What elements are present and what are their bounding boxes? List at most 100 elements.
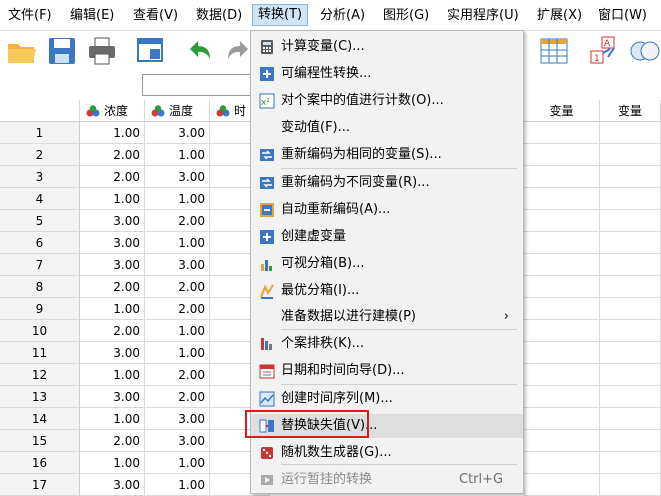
table-cell[interactable]: 1.00	[145, 320, 210, 342]
dialog-recall-icon[interactable]	[134, 35, 166, 67]
menu-window[interactable]: 窗口(W)	[596, 6, 649, 26]
empty-cell[interactable]	[600, 166, 661, 188]
undo-icon[interactable]	[184, 35, 216, 67]
table-cell[interactable]: 2.00	[145, 276, 210, 298]
row-number[interactable]: 2	[0, 144, 80, 166]
menu-graphs[interactable]: 图形(G)	[381, 6, 431, 26]
table-cell[interactable]: 3.00	[145, 430, 210, 452]
print-icon[interactable]	[86, 35, 118, 67]
empty-cell[interactable]	[524, 232, 600, 254]
table-cell[interactable]: 2.00	[80, 166, 145, 188]
empty-cell[interactable]	[524, 122, 600, 144]
menu-item[interactable]: 随机数生成器(G)...	[251, 441, 523, 465]
menu-item[interactable]: 变动值(F)...	[251, 116, 523, 140]
save-icon[interactable]	[46, 35, 78, 67]
menu-item[interactable]: 计算变量(C)...	[251, 35, 523, 59]
table-cell[interactable]: 3.00	[145, 254, 210, 276]
row-number[interactable]: 8	[0, 276, 80, 298]
row-number[interactable]: 10	[0, 320, 80, 342]
menu-view[interactable]: 查看(V)	[131, 6, 180, 26]
row-number[interactable]: 7	[0, 254, 80, 276]
row-number[interactable]: 13	[0, 386, 80, 408]
empty-cell[interactable]	[524, 474, 600, 496]
menu-edit[interactable]: 编辑(E)	[68, 6, 116, 26]
empty-cell[interactable]	[600, 452, 661, 474]
table-cell[interactable]: 3.00	[80, 386, 145, 408]
empty-cell[interactable]	[600, 364, 661, 386]
table-cell[interactable]: 2.00	[145, 364, 210, 386]
column-header[interactable]: 浓度	[80, 100, 145, 122]
table-cell[interactable]: 1.00	[145, 144, 210, 166]
table-cell[interactable]: 2.00	[145, 210, 210, 232]
menu-extensions[interactable]: 扩展(X)	[535, 6, 584, 26]
menu-utilities[interactable]: 实用程序(U)	[445, 6, 521, 26]
menu-item[interactable]: 创建时间序列(M)...	[251, 387, 523, 411]
row-number[interactable]: 4	[0, 188, 80, 210]
menu-file[interactable]: 文件(F)	[6, 6, 54, 26]
row-number[interactable]: 11	[0, 342, 80, 364]
column-header[interactable]: 温度	[145, 100, 210, 122]
sets-icon[interactable]	[628, 35, 660, 67]
table-cell[interactable]: 3.00	[80, 254, 145, 276]
menu-item[interactable]: x² 对个案中的值进行计数(O)...	[251, 89, 523, 113]
empty-cell[interactable]	[600, 320, 661, 342]
empty-cell[interactable]	[524, 188, 600, 210]
menu-item[interactable]: 可编程性转换...	[251, 62, 523, 86]
empty-cell[interactable]	[600, 144, 661, 166]
empty-cell[interactable]	[600, 430, 661, 452]
menu-item[interactable]: 自动重新编码(A)...	[251, 198, 523, 222]
value-labels-icon[interactable]: A 1	[588, 35, 620, 67]
table-cell[interactable]: 2.00	[145, 386, 210, 408]
menu-item[interactable]: 个案排秩(K)...	[251, 332, 523, 356]
menu-item[interactable]: 重新编码为不同变量(R)...	[251, 171, 523, 195]
empty-cell[interactable]	[600, 254, 661, 276]
table-cell[interactable]: 3.00	[80, 474, 145, 496]
empty-cell[interactable]	[524, 144, 600, 166]
table-cell[interactable]: 2.00	[145, 298, 210, 320]
row-number[interactable]: 6	[0, 232, 80, 254]
table-cell[interactable]: 1.00	[80, 122, 145, 144]
empty-cell[interactable]	[524, 364, 600, 386]
empty-cell[interactable]	[524, 276, 600, 298]
empty-cell[interactable]	[600, 210, 661, 232]
menu-item[interactable]: 可视分箱(B)...	[251, 252, 523, 276]
table-cell[interactable]: 1.00	[145, 452, 210, 474]
table-cell[interactable]: 1.00	[80, 452, 145, 474]
table-cell[interactable]: 1.00	[145, 232, 210, 254]
empty-cell[interactable]	[524, 320, 600, 342]
table-cell[interactable]: 3.00	[145, 122, 210, 144]
row-number[interactable]: 14	[0, 408, 80, 430]
column-header[interactable]: 变量	[524, 100, 600, 122]
row-number[interactable]: 17	[0, 474, 80, 496]
row-number[interactable]: 5	[0, 210, 80, 232]
table-cell[interactable]: 3.00	[80, 232, 145, 254]
table-icon[interactable]	[538, 35, 570, 67]
table-cell[interactable]: 3.00	[80, 342, 145, 364]
open-folder-icon[interactable]	[6, 35, 38, 67]
empty-cell[interactable]	[524, 408, 600, 430]
table-cell[interactable]: 3.00	[145, 166, 210, 188]
table-cell[interactable]: 1.00	[145, 474, 210, 496]
table-cell[interactable]: 2.00	[80, 320, 145, 342]
empty-cell[interactable]	[524, 386, 600, 408]
table-cell[interactable]: 1.00	[80, 298, 145, 320]
empty-cell[interactable]	[600, 188, 661, 210]
empty-cell[interactable]	[600, 298, 661, 320]
menu-item[interactable]: 最优分箱(I)...	[251, 279, 523, 303]
empty-cell[interactable]	[524, 166, 600, 188]
row-number[interactable]: 16	[0, 452, 80, 474]
table-cell[interactable]: 3.00	[145, 408, 210, 430]
empty-cell[interactable]	[600, 386, 661, 408]
menu-item[interactable]: 运行暂挂的转换 Ctrl+G	[251, 468, 523, 492]
table-cell[interactable]: 1.00	[80, 188, 145, 210]
menu-item[interactable]: 日期和时间向导(D)...	[251, 359, 523, 383]
empty-cell[interactable]	[524, 342, 600, 364]
row-number[interactable]: 3	[0, 166, 80, 188]
empty-cell[interactable]	[600, 232, 661, 254]
menu-item[interactable]: 准备数据以进行建模(P) ›	[251, 305, 523, 329]
empty-cell[interactable]	[524, 430, 600, 452]
table-cell[interactable]: 1.00	[80, 364, 145, 386]
menu-data[interactable]: 数据(D)	[194, 6, 244, 26]
row-number[interactable]: 12	[0, 364, 80, 386]
menu-item[interactable]: 重新编码为相同的变量(S)...	[251, 143, 523, 167]
